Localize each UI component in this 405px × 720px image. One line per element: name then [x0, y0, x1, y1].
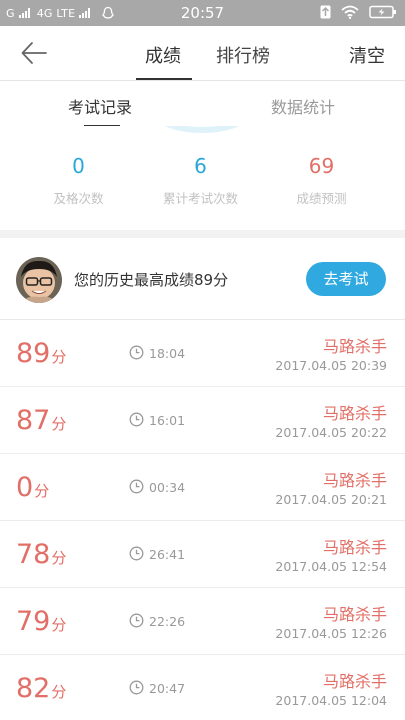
- record-datetime: 2017.04.05 20:21: [275, 492, 387, 507]
- record-row[interactable]: 87分 16:01 马路杀手 2017.04.05 20:22: [0, 387, 405, 454]
- exam-records-list: 89分 18:04 马路杀手 2017.04.05 20:39 87分 16:0…: [0, 320, 405, 720]
- stat-score-prediction: 69 成绩预测: [254, 154, 389, 207]
- clock-icon: [129, 613, 144, 628]
- stat-value: 69: [308, 154, 335, 178]
- record-user: 马路杀手: [322, 337, 387, 356]
- record-datetime: 2017.04.05 12:26: [275, 626, 387, 641]
- tab-grades[interactable]: 成绩: [145, 42, 181, 68]
- record-datetime: 2017.04.05 12:54: [275, 559, 387, 574]
- wifi-icon: [341, 5, 359, 19]
- status-right: [320, 5, 397, 19]
- stat-total-exams: 6 累计考试次数: [133, 154, 268, 207]
- score-ring-arc: [164, 126, 240, 133]
- take-exam-button[interactable]: 去考试: [306, 262, 386, 296]
- sub-tabs: 考试记录 数据统计: [0, 80, 405, 127]
- stat-pass-count: 0 及格次数: [11, 154, 146, 207]
- tab-data-statistics[interactable]: 数据统计: [271, 94, 335, 118]
- record-score: 79分: [16, 606, 67, 637]
- stats-panel: 0 及格次数 6 累计考试次数 69 成绩预测: [0, 126, 405, 230]
- sim-icon: [320, 5, 331, 19]
- status-bar: G 4G LTE 20:57: [0, 0, 405, 26]
- record-user: 马路杀手: [322, 471, 387, 490]
- record-score: 87分: [16, 405, 67, 436]
- stat-label: 成绩预测: [296, 191, 347, 206]
- record-row[interactable]: 78分 26:41 马路杀手 2017.04.05 12:54: [0, 521, 405, 588]
- record-user: 马路杀手: [322, 538, 387, 557]
- best-score-row: 您的历史最高成绩89分 去考试: [0, 238, 405, 320]
- record-user: 马路杀手: [322, 404, 387, 423]
- stat-label: 及格次数: [53, 191, 104, 206]
- arrow-left-icon[interactable]: [20, 40, 48, 66]
- clock-icon: [129, 345, 144, 360]
- avatar: [16, 257, 62, 303]
- stat-label: 累计考试次数: [162, 191, 238, 206]
- clock-icon: [129, 680, 144, 695]
- record-duration: 16:01: [149, 413, 186, 428]
- tab-leaderboard[interactable]: 排行榜: [216, 42, 270, 68]
- record-row[interactable]: 79分 22:26 马路杀手 2017.04.05 12:26: [0, 588, 405, 655]
- record-duration: 26:41: [149, 547, 186, 562]
- record-duration: 22:26: [149, 614, 186, 629]
- record-score: 0分: [16, 472, 50, 503]
- record-datetime: 2017.04.05 20:22: [275, 425, 387, 440]
- clock-icon: [129, 546, 144, 561]
- record-score: 89分: [16, 338, 67, 369]
- battery-icon: [369, 5, 396, 19]
- record-duration: 18:04: [149, 346, 186, 361]
- clear-button[interactable]: 清空: [349, 42, 385, 68]
- record-row[interactable]: 82分 20:47 马路杀手 2017.04.05 12:04: [0, 655, 405, 720]
- record-datetime: 2017.04.05 12:04: [275, 693, 387, 708]
- stat-value: 0: [72, 154, 85, 178]
- nav-header: 成绩 排行榜 清空: [0, 26, 405, 80]
- record-score: 82分: [16, 673, 67, 704]
- record-row[interactable]: 89分 18:04 马路杀手 2017.04.05 20:39: [0, 320, 405, 387]
- clock-icon: [129, 412, 144, 427]
- tab-exam-records[interactable]: 考试记录: [68, 94, 132, 118]
- best-score-text: 您的历史最高成绩89分: [74, 271, 229, 289]
- record-score: 78分: [16, 539, 67, 570]
- clock-icon: [129, 479, 144, 494]
- record-datetime: 2017.04.05 20:39: [275, 358, 387, 373]
- record-duration: 20:47: [149, 681, 186, 696]
- record-user: 马路杀手: [322, 672, 387, 691]
- record-duration: 00:34: [149, 480, 186, 495]
- record-row[interactable]: 0分 00:34 马路杀手 2017.04.05 20:21: [0, 454, 405, 521]
- record-user: 马路杀手: [322, 605, 387, 624]
- stat-value: 6: [194, 154, 207, 178]
